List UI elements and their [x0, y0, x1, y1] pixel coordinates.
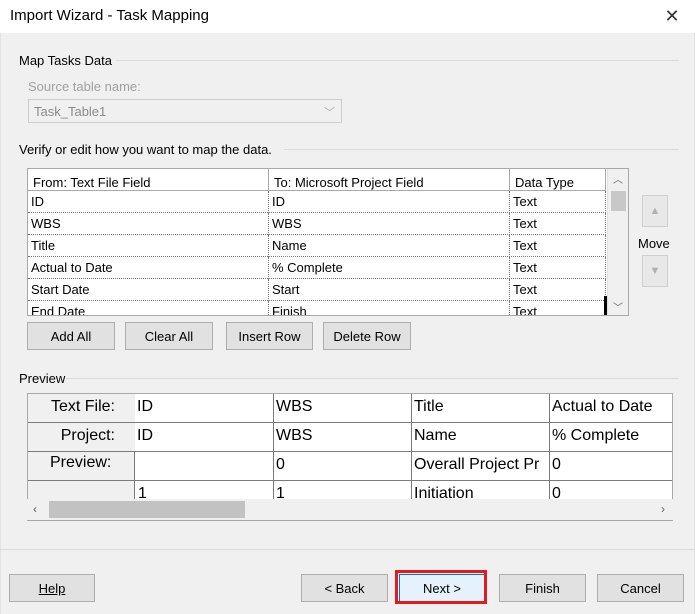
insert-row-button[interactable]: Insert Row	[226, 322, 313, 350]
table-row[interactable]: End Date Finish Text	[28, 301, 606, 315]
clear-all-button[interactable]: Clear All	[125, 322, 213, 350]
preview-cell: Name	[411, 423, 549, 451]
type-cell[interactable]: Text	[510, 235, 606, 257]
preview-horizontal-scrollbar[interactable]: ‹ ›	[27, 499, 673, 520]
preview-cell: ID	[137, 427, 153, 444]
frame-left	[0, 33, 1, 614]
from-cell[interactable]: WBS	[28, 213, 269, 235]
source-table-value: Task_Table1	[34, 104, 107, 119]
to-cell[interactable]: Finish	[269, 301, 510, 315]
triangle-up-icon: ▲	[649, 205, 661, 217]
window-title: Import Wizard - Task Mapping	[10, 7, 209, 24]
preview-textfile-row: Text File: ID WBS Title Actual to Date	[28, 394, 672, 422]
type-cell[interactable]: Text	[510, 301, 606, 315]
mapping-table[interactable]: From: Text File Field To: Microsoft Proj…	[27, 168, 629, 316]
verify-divider	[284, 149, 679, 150]
preview-cell: Overall Project Pr	[411, 452, 549, 480]
back-button[interactable]: < Back	[301, 574, 388, 602]
chevron-right-icon[interactable]: ›	[661, 502, 665, 516]
from-cell[interactable]: End Date	[28, 301, 269, 315]
next-highlight-box	[395, 570, 487, 604]
table-row[interactable]: ID ID Text	[28, 191, 606, 213]
source-table-label: Source table name:	[28, 79, 141, 94]
from-cell[interactable]: Title	[28, 235, 269, 257]
preview-cell: WBS	[273, 423, 411, 451]
close-icon[interactable]: ✕	[649, 0, 695, 33]
preview-cell	[135, 452, 273, 480]
scroll-thumb[interactable]	[49, 501, 245, 518]
table-row[interactable]: Actual to Date % Complete Text	[28, 257, 606, 279]
preview-group-title: Preview	[19, 371, 66, 386]
preview-cell: 0	[273, 452, 411, 480]
help-button[interactable]: Help	[9, 574, 95, 602]
map-tasks-group-title: Map Tasks Data	[19, 53, 112, 68]
table-row[interactable]: Start Date Start Text	[28, 279, 606, 301]
preview-row-label: Preview:	[50, 454, 112, 471]
finish-button[interactable]: Finish	[499, 574, 586, 602]
preview-cell: % Complete	[549, 423, 672, 451]
preview-data-row: 0 Overall Project Pr 0	[135, 452, 672, 480]
from-cell[interactable]: ID	[28, 191, 269, 213]
from-cell[interactable]: Actual to Date	[28, 257, 269, 279]
preview-divider	[66, 378, 679, 379]
triangle-down-icon: ▼	[649, 265, 661, 277]
type-cell[interactable]: Text	[510, 257, 606, 279]
preview-cell: WBS	[273, 394, 411, 422]
to-cell[interactable]: % Complete	[269, 257, 510, 279]
type-cell[interactable]: Text	[510, 279, 606, 301]
type-cell[interactable]: Text	[510, 191, 606, 213]
source-table-combo[interactable]: Task_Table1 ﹀	[28, 99, 342, 123]
table-row[interactable]: Title Name Text	[28, 235, 606, 257]
delete-row-button[interactable]: Delete Row	[323, 322, 411, 350]
column-header-from[interactable]: From: Text File Field	[28, 169, 269, 191]
move-down-button[interactable]: ▼	[642, 255, 668, 287]
column-header-type[interactable]: Data Type	[510, 169, 606, 191]
table-row[interactable]: WBS WBS Text	[28, 213, 606, 235]
move-label: Move	[638, 236, 670, 251]
chevron-down-icon[interactable]: ﹀	[613, 299, 623, 314]
column-header-to[interactable]: To: Microsoft Project Field	[269, 169, 510, 191]
mapping-vertical-scrollbar[interactable]: ︿ ﹀	[607, 169, 628, 315]
preview-cell: Title	[411, 394, 549, 422]
footer-divider	[0, 549, 695, 550]
chevron-down-icon: ﹀	[324, 107, 335, 119]
to-cell[interactable]: ID	[269, 191, 510, 213]
textfile-row-label: Text File:	[28, 394, 135, 422]
move-up-button[interactable]: ▲	[642, 195, 668, 227]
title-bar: Import Wizard - Task Mapping ✕	[0, 0, 695, 33]
type-cell[interactable]: Text	[510, 213, 606, 235]
preview-cell: 0	[549, 452, 672, 480]
scroll-thumb[interactable]	[611, 191, 626, 211]
add-all-button[interactable]: Add All	[27, 322, 115, 350]
to-cell[interactable]: Start	[269, 279, 510, 301]
group-divider	[116, 60, 679, 61]
chevron-left-icon[interactable]: ‹	[33, 502, 37, 516]
preview-cell: Actual to Date	[549, 394, 672, 422]
from-cell[interactable]: Start Date	[28, 279, 269, 301]
verify-instruction: Verify or edit how you want to map the d…	[19, 142, 272, 157]
preview-project-row: Project: ID WBS Name % Complete	[28, 423, 672, 451]
to-cell[interactable]: WBS	[269, 213, 510, 235]
preview-cell: ID	[137, 398, 153, 415]
help-label: Help	[38, 580, 66, 596]
to-cell[interactable]: Name	[269, 235, 510, 257]
project-row-label: Project:	[28, 423, 135, 451]
cancel-button[interactable]: Cancel	[597, 574, 684, 602]
chevron-up-icon[interactable]: ︿	[613, 171, 623, 186]
mapping-header-row: From: Text File Field To: Microsoft Proj…	[28, 169, 606, 191]
